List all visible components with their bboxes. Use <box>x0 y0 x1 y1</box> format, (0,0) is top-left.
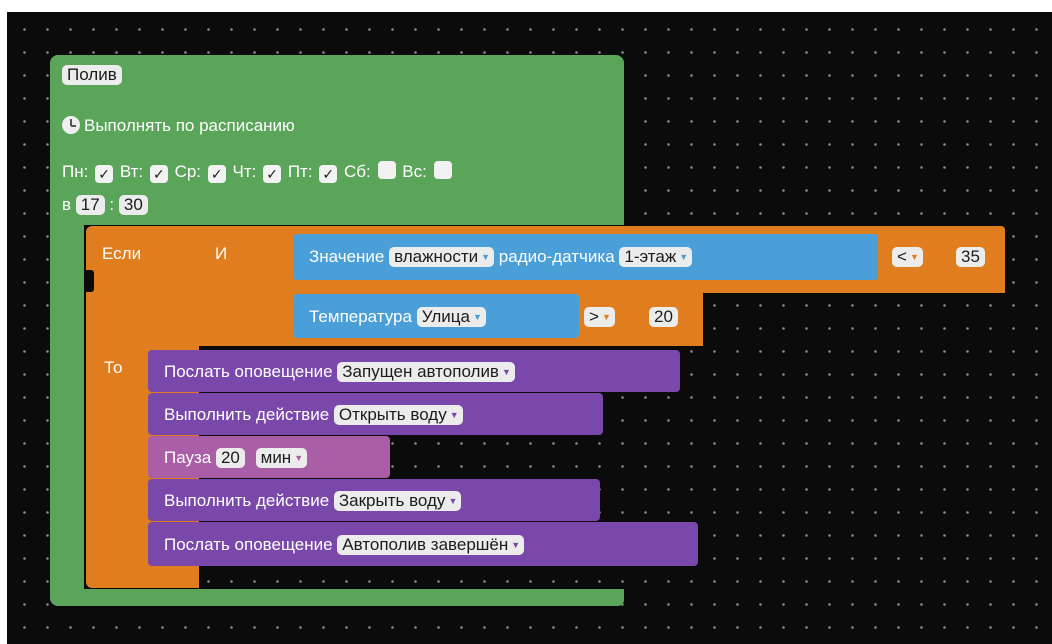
day-label-sat: Сб: <box>344 162 371 181</box>
day-label-thu: Чт: <box>232 162 257 181</box>
then-label: То <box>104 358 123 377</box>
sensor-dropdown[interactable]: 1-этаж ▼ <box>619 247 693 267</box>
notify-start-dropdown[interactable]: Запущен автополив ▼ <box>337 362 515 382</box>
action-close-label: Выполнить действие <box>164 491 330 510</box>
notify-end-dropdown[interactable]: Автополив завершён ▼ <box>337 535 525 555</box>
value-label: Значение <box>309 247 385 266</box>
pause-unit-dropdown[interactable]: мин ▼ <box>255 448 308 468</box>
time-separator: : <box>109 195 115 214</box>
schedule-block-bottom <box>50 589 624 606</box>
weekday-row: Пн: ✓ Вт: ✓ Ср: ✓ Чт: ✓ Пт: ✓ Сб: Вс: <box>62 161 454 183</box>
block-name-field[interactable]: Полив <box>62 65 122 85</box>
pause-label: Пауза <box>164 448 212 467</box>
schedule-label: Выполнять по расписанию <box>84 116 295 135</box>
day-checkbox-fri[interactable]: ✓ <box>319 165 338 183</box>
day-checkbox-sat[interactable] <box>377 161 396 179</box>
day-label-wed: Ср: <box>174 162 202 181</box>
action-open-dropdown[interactable]: Открыть воду ▼ <box>333 405 463 425</box>
day-label-sun: Вс: <box>402 162 427 181</box>
day-checkbox-mon[interactable]: ✓ <box>95 165 114 183</box>
operator-lt-dropdown[interactable]: < ▼ <box>892 247 923 267</box>
measure-dropdown[interactable]: влажности ▼ <box>389 247 495 267</box>
pause-duration-field[interactable]: 20 <box>215 448 245 468</box>
location-dropdown[interactable]: Улица ▼ <box>416 307 486 327</box>
if-label: Если <box>102 244 142 263</box>
schedule-block-left-arm <box>50 212 84 596</box>
temperature-label: Температура <box>309 307 412 326</box>
operator-gt-dropdown[interactable]: > ▼ <box>584 307 615 327</box>
action-open-label: Выполнить действие <box>164 405 330 424</box>
day-checkbox-thu[interactable]: ✓ <box>263 165 282 183</box>
temperature-threshold-field[interactable]: 20 <box>649 307 678 327</box>
notify-end-label: Послать оповещение <box>164 535 333 554</box>
blockly-workspace[interactable]: Полив Выполнять по расписанию Пн: ✓ Вт: … <box>7 12 1052 644</box>
action-close-dropdown[interactable]: Закрыть воду ▼ <box>333 491 462 511</box>
day-label-tue: Вт: <box>119 162 144 181</box>
minute-field[interactable]: 30 <box>118 195 148 215</box>
day-label-mon: Пн: <box>62 162 89 181</box>
day-label-fri: Пт: <box>287 162 313 181</box>
radio-sensor-label: радио-датчика <box>498 247 615 266</box>
day-checkbox-sun[interactable] <box>433 161 452 179</box>
and-label: И <box>215 244 228 263</box>
hour-field[interactable]: 17 <box>75 195 105 215</box>
time-prefix: в <box>62 195 72 214</box>
day-checkbox-wed[interactable]: ✓ <box>207 165 226 183</box>
humidity-threshold-field[interactable]: 35 <box>956 247 985 267</box>
day-checkbox-tue[interactable]: ✓ <box>149 165 168 183</box>
clock-icon <box>62 116 80 134</box>
notify-start-label: Послать оповещение <box>164 362 333 381</box>
